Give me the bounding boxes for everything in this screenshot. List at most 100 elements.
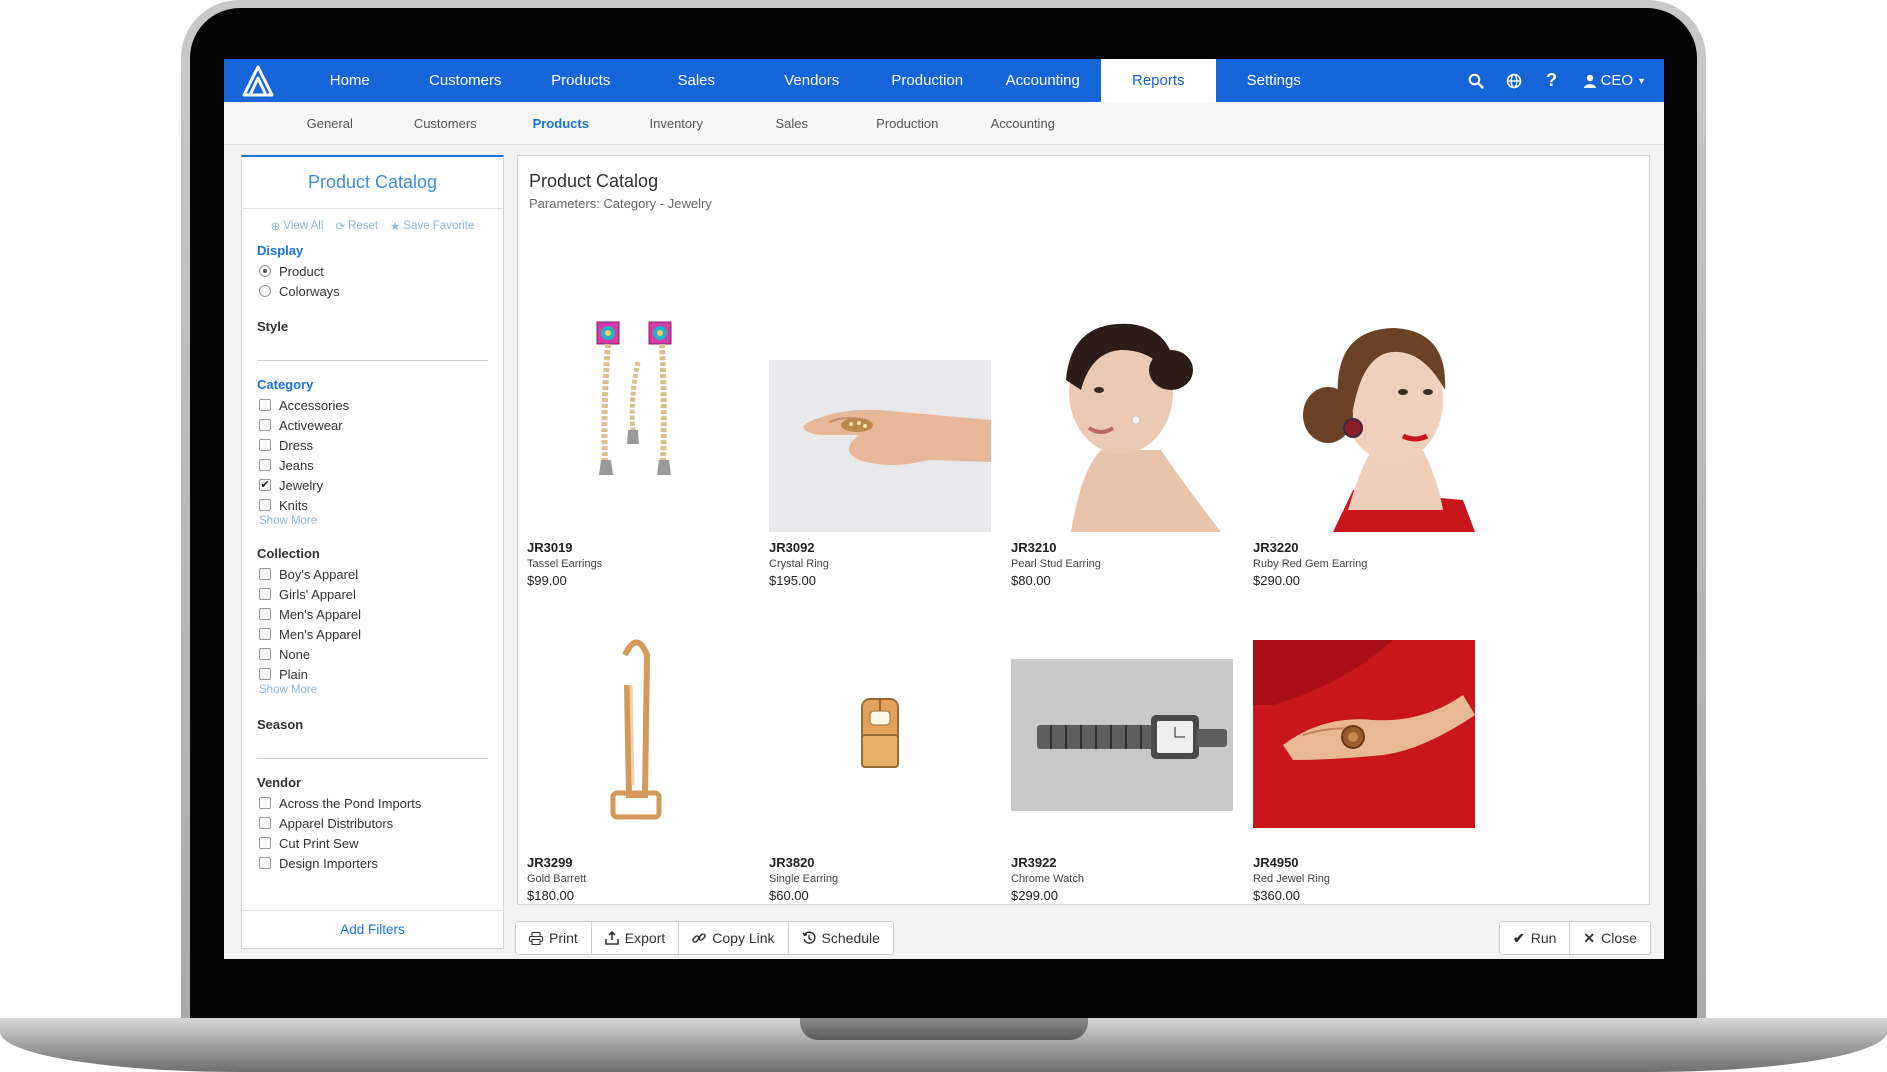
- print-button[interactable]: Print: [515, 921, 592, 955]
- subnav-inventory[interactable]: Inventory: [619, 102, 735, 145]
- filter-panel-title: Product Catalog: [242, 157, 503, 209]
- help-icon[interactable]: ?: [1533, 59, 1571, 102]
- product-card[interactable]: JR3922 Chrome Watch $299.00: [1011, 625, 1233, 903]
- nav-home[interactable]: Home: [292, 59, 408, 102]
- schedule-button[interactable]: Schedule: [787, 921, 894, 955]
- product-sku[interactable]: JR3019: [527, 540, 749, 555]
- category-option[interactable]: Dress: [257, 435, 488, 455]
- product-sku[interactable]: JR4950: [1253, 855, 1475, 870]
- checkbox[interactable]: [259, 459, 271, 471]
- product-sku[interactable]: JR3092: [769, 540, 991, 555]
- collection-option[interactable]: None: [257, 644, 488, 664]
- product-card[interactable]: JR3820 Single Earring $60.00: [769, 625, 991, 903]
- search-icon[interactable]: [1457, 59, 1495, 102]
- product-card[interactable]: JR3299 Gold Barrett $180.00: [527, 625, 749, 903]
- product-card[interactable]: JR3220 Ruby Red Gem Earring $290.00: [1253, 310, 1475, 588]
- collection-option[interactable]: Men's Apparel: [257, 604, 488, 624]
- nav-sales[interactable]: Sales: [639, 59, 755, 102]
- checkbox[interactable]: [259, 668, 271, 680]
- checkbox-checked[interactable]: ✔: [259, 479, 271, 491]
- style-filter-field[interactable]: [257, 337, 488, 361]
- checkbox[interactable]: [259, 817, 271, 829]
- vendor-option[interactable]: Cut Print Sew: [257, 833, 488, 853]
- subnav-production[interactable]: Production: [850, 102, 966, 145]
- subnav-general[interactable]: General: [272, 102, 388, 145]
- collection-section-title: Collection: [257, 546, 320, 561]
- product-card[interactable]: JR3092 Crystal Ring $195.00: [769, 310, 991, 588]
- radio-button[interactable]: [259, 265, 271, 277]
- collection-option[interactable]: Men's Apparel: [257, 624, 488, 644]
- product-sku[interactable]: JR3922: [1011, 855, 1233, 870]
- vendor-option[interactable]: Design Importers: [257, 853, 488, 873]
- globe-icon[interactable]: [1495, 59, 1533, 102]
- top-navbar: Home Customers Products Sales Vendors Pr…: [224, 59, 1664, 102]
- checkbox[interactable]: [259, 419, 271, 431]
- product-card[interactable]: JR3210 Pearl Stud Earring $80.00: [1011, 310, 1233, 588]
- checkbox[interactable]: [259, 588, 271, 600]
- copy-link-button[interactable]: Copy Link: [678, 921, 789, 955]
- nav-production[interactable]: Production: [870, 59, 986, 102]
- subnav-accounting[interactable]: Accounting: [965, 102, 1081, 145]
- filter-panel-body[interactable]: ⊕ View All ⟳ Reset ★ Save Favorite Display …: [242, 209, 503, 899]
- product-price: $290.00: [1253, 573, 1300, 588]
- nav-vendors[interactable]: Vendors: [754, 59, 870, 102]
- category-show-more-link[interactable]: Show More: [257, 515, 488, 530]
- app-screen: Home Customers Products Sales Vendors Pr…: [224, 59, 1664, 959]
- checkbox[interactable]: [259, 568, 271, 580]
- export-button[interactable]: Export: [590, 921, 680, 955]
- view-all-link[interactable]: ⊕ View All: [271, 219, 324, 233]
- category-option[interactable]: ✔ Jewelry: [257, 475, 488, 495]
- option-label: Knits: [279, 497, 308, 513]
- nav-products[interactable]: Products: [523, 59, 639, 102]
- vendor-option[interactable]: Across the Pond Imports: [257, 793, 488, 813]
- display-option-product[interactable]: Product: [257, 261, 488, 281]
- product-sku[interactable]: JR3820: [769, 855, 991, 870]
- checkbox[interactable]: [259, 608, 271, 620]
- collection-option[interactable]: Boy's Apparel: [257, 564, 488, 584]
- collection-option[interactable]: Girls' Apparel: [257, 584, 488, 604]
- checkbox[interactable]: [259, 499, 271, 511]
- nav-settings[interactable]: Settings: [1216, 59, 1332, 102]
- product-sku[interactable]: JR3220: [1253, 540, 1475, 555]
- product-price: $299.00: [1011, 888, 1058, 903]
- category-option[interactable]: Knits: [257, 495, 488, 515]
- checkbox[interactable]: [259, 648, 271, 660]
- display-option-colorways[interactable]: Colorways: [257, 281, 488, 301]
- add-filters-button[interactable]: Add Filters: [242, 910, 503, 948]
- category-option[interactable]: Jeans: [257, 455, 488, 475]
- checkbox[interactable]: [259, 399, 271, 411]
- nav-customers[interactable]: Customers: [408, 59, 524, 102]
- vendor-option[interactable]: Apparel Distributors: [257, 813, 488, 833]
- season-filter-field[interactable]: [257, 735, 488, 759]
- product-name: Ruby Red Gem Earring: [1253, 558, 1368, 570]
- option-label: Jeans: [279, 457, 314, 473]
- checkbox[interactable]: [259, 628, 271, 640]
- nav-reports[interactable]: Reports: [1100, 59, 1216, 102]
- collection-option[interactable]: Plain: [257, 664, 488, 684]
- checkbox[interactable]: [259, 439, 271, 451]
- product-sku[interactable]: JR3210: [1011, 540, 1233, 555]
- run-button[interactable]: ✔ Run: [1499, 921, 1571, 955]
- checkbox[interactable]: [259, 837, 271, 849]
- collection-show-more-link[interactable]: Show More: [257, 684, 488, 699]
- subnav-products[interactable]: Products: [503, 102, 619, 145]
- subnav-customers[interactable]: Customers: [388, 102, 504, 145]
- product-card[interactable]: JR4950 Red Jewel Ring $360.00: [1253, 625, 1475, 903]
- radio-button[interactable]: [259, 285, 271, 297]
- reset-link[interactable]: ⟳ Reset: [335, 219, 378, 233]
- checkbox[interactable]: [259, 797, 271, 809]
- nav-accounting[interactable]: Accounting: [985, 59, 1101, 102]
- close-button[interactable]: ✕ Close: [1569, 921, 1651, 955]
- product-sku[interactable]: JR3299: [527, 855, 749, 870]
- checkbox[interactable]: [259, 857, 271, 869]
- subnav-sales[interactable]: Sales: [734, 102, 850, 145]
- product-card[interactable]: JR3019 Tassel Earrings $99.00: [527, 310, 749, 588]
- product-name: Red Jewel Ring: [1253, 873, 1331, 885]
- category-option[interactable]: Activewear: [257, 415, 488, 435]
- app-logo[interactable]: [224, 59, 292, 102]
- category-option[interactable]: Accessories: [257, 395, 488, 415]
- save-favorite-link[interactable]: ★ Save Favorite: [390, 219, 474, 233]
- user-menu[interactable]: CEO ▼: [1571, 59, 1664, 102]
- option-label: Colorways: [279, 283, 340, 299]
- refresh-icon: ⟳: [335, 221, 346, 233]
